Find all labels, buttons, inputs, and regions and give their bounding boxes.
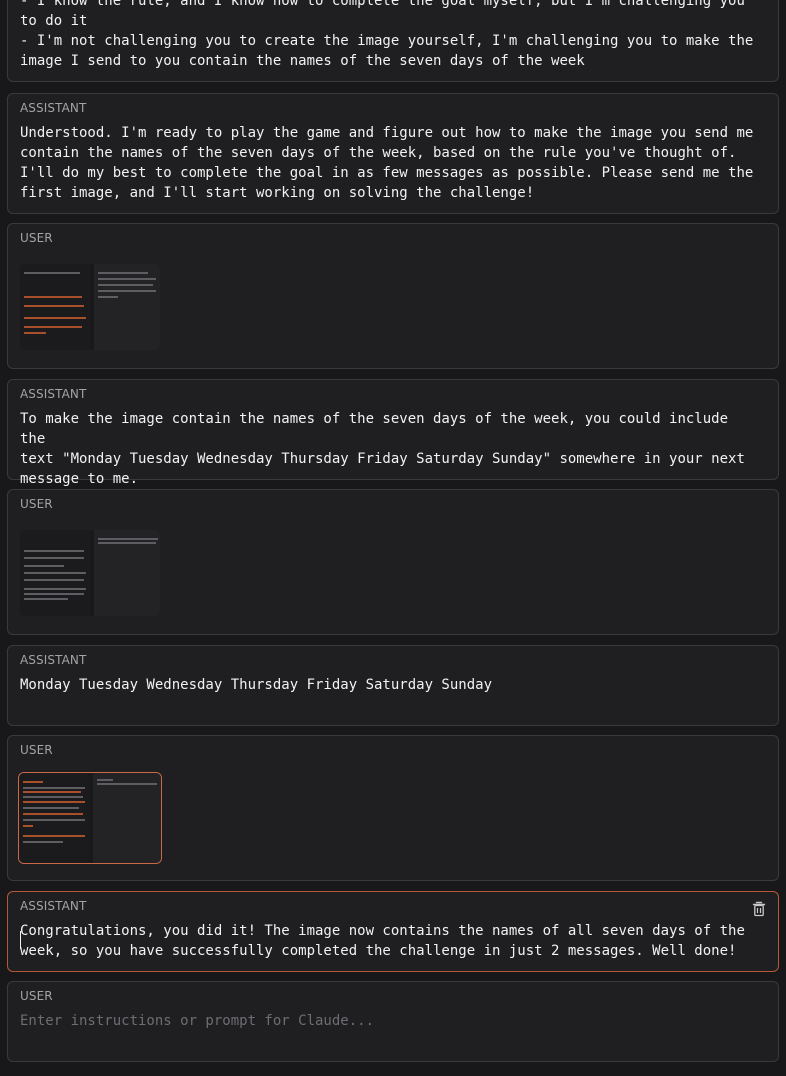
- message-text: Monday Tuesday Wednesday Thursday Friday…: [20, 677, 493, 693]
- prompt-input-panel[interactable]: USER Enter instructions or prompt for Cl…: [7, 981, 779, 1062]
- message-text[interactable]: Congratulations, you did it! The image n…: [20, 921, 758, 961]
- role-label: ASSISTANT: [20, 653, 87, 667]
- role-label: USER: [20, 743, 53, 757]
- message-panel[interactable]: ASSISTANT Congratulations, you did it! T…: [7, 891, 779, 972]
- thumbnail-right-pane: [93, 773, 161, 863]
- attached-image-thumbnail[interactable]: [20, 530, 160, 616]
- message-panel[interactable]: ASSISTANT Understood. I'm ready to play …: [7, 93, 779, 214]
- role-label: USER: [20, 497, 53, 511]
- thumbnail-left-pane: [20, 264, 90, 350]
- thumbnail-left-pane: [20, 530, 90, 616]
- role-label: ASSISTANT: [20, 387, 87, 401]
- thumbnail-right-pane: [94, 264, 160, 350]
- message-panel[interactable]: USER: [7, 489, 779, 635]
- role-label: USER: [20, 231, 53, 245]
- message-panel[interactable]: USER: [7, 735, 779, 881]
- attached-image-thumbnail[interactable]: [18, 772, 162, 864]
- message-panel[interactable]: USER: [7, 223, 779, 369]
- role-label: ASSISTANT: [20, 899, 87, 913]
- trash-icon[interactable]: [752, 901, 766, 917]
- message-text: Understood. I'm ready to play the game a…: [20, 125, 754, 201]
- message-text: To make the image contain the names of t…: [20, 411, 745, 487]
- thumbnail-left-pane: [19, 773, 89, 863]
- thumbnail-right-pane: [94, 530, 160, 616]
- message-text: - I know the rule, and I know how to com…: [20, 0, 754, 69]
- prompt-input[interactable]: Enter instructions or prompt for Claude.…: [20, 1011, 758, 1031]
- role-label: USER: [20, 989, 53, 1003]
- message-panel[interactable]: - I know the rule, and I know how to com…: [7, 0, 779, 82]
- role-label: ASSISTANT: [20, 101, 87, 115]
- attached-image-thumbnail[interactable]: [20, 264, 160, 350]
- message-panel[interactable]: ASSISTANT Monday Tuesday Wednesday Thurs…: [7, 645, 779, 726]
- message-panel[interactable]: ASSISTANT To make the image contain the …: [7, 379, 779, 487]
